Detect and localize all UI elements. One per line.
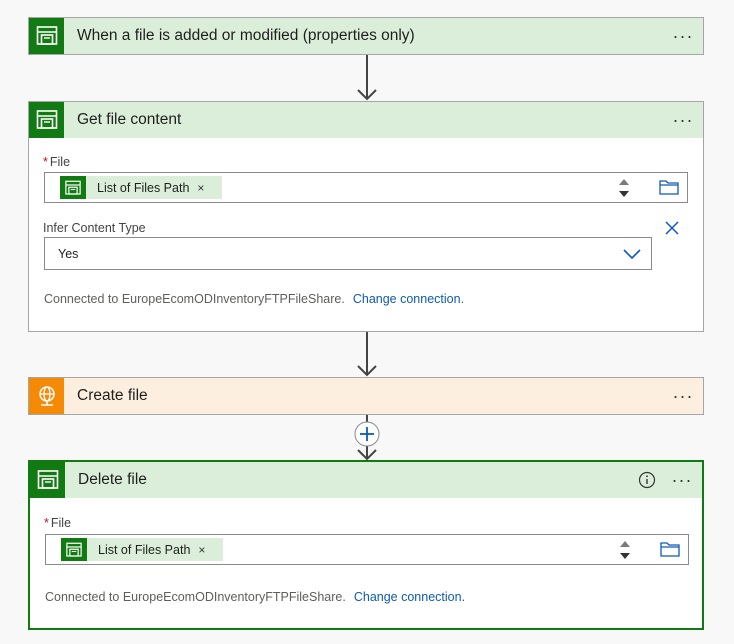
expand-stepper-icon[interactable] — [617, 536, 633, 564]
file-input[interactable]: List of Files Path × — [45, 534, 689, 565]
trigger-title: When a file is added or modified (proper… — [77, 27, 415, 44]
create-file-card[interactable]: Create file ··· — [28, 377, 704, 415]
delete-file-header[interactable]: Delete file ··· — [30, 462, 702, 498]
infer-content-type-value: Yes — [58, 247, 79, 261]
get-file-content-card: Get file content ··· * File List of Files… — [28, 101, 704, 332]
infer-content-type-label: Infer Content Type — [43, 221, 146, 235]
remove-parameter-icon[interactable] — [664, 220, 680, 236]
create-file-title: Create file — [77, 387, 148, 404]
file-share-icon — [61, 538, 87, 561]
connection-text: Connected to EuropeEcomODInventoryFTPFil… — [45, 590, 346, 604]
file-field-label: * File — [43, 155, 70, 169]
delete-file-menu-button[interactable]: ··· — [672, 470, 692, 490]
get-file-content-header[interactable]: Get file content ··· — [29, 102, 703, 138]
file-share-icon — [60, 176, 86, 199]
ftp-globe-icon — [29, 378, 64, 414]
get-file-content-title: Get file content — [77, 111, 182, 128]
info-icon[interactable] — [638, 471, 656, 489]
get-file-content-menu-button[interactable]: ··· — [673, 110, 693, 130]
folder-picker-icon[interactable] — [659, 179, 679, 195]
file-label-text: File — [50, 516, 72, 530]
change-connection-link[interactable]: Change connection. — [353, 292, 464, 306]
delete-file-card: Delete file ··· * File List of Files Path… — [28, 460, 704, 630]
required-mark: * — [43, 155, 48, 169]
required-mark: * — [44, 516, 49, 530]
expand-stepper-icon[interactable] — [616, 174, 632, 202]
chevron-down-icon[interactable] — [623, 248, 641, 260]
connection-info: Connected to EuropeEcomODInventoryFTPFil… — [44, 292, 464, 306]
flow-arrow — [357, 332, 377, 377]
create-file-header[interactable]: Create file ··· — [29, 378, 703, 414]
file-input[interactable]: List of Files Path × — [44, 172, 688, 203]
file-share-icon — [29, 18, 64, 54]
folder-picker-icon[interactable] — [660, 541, 680, 557]
trigger-card[interactable]: When a file is added or modified (proper… — [28, 17, 704, 55]
token-remove-button[interactable]: × — [198, 543, 205, 557]
change-connection-link[interactable]: Change connection. — [354, 590, 465, 604]
token-label: List of Files Path — [97, 180, 190, 195]
file-share-icon — [30, 462, 65, 498]
token-label: List of Files Path — [98, 542, 191, 557]
trigger-header[interactable]: When a file is added or modified (proper… — [29, 18, 703, 54]
token-remove-button[interactable]: × — [197, 181, 204, 195]
dynamic-token[interactable]: List of Files Path × — [61, 538, 223, 561]
file-share-icon — [29, 102, 64, 138]
connection-text: Connected to EuropeEcomODInventoryFTPFil… — [44, 292, 345, 306]
trigger-menu-button[interactable]: ··· — [673, 26, 693, 46]
plus-circle-icon[interactable] — [353, 420, 381, 448]
file-field-label: * File — [44, 516, 71, 530]
dynamic-token[interactable]: List of Files Path × — [60, 176, 222, 199]
infer-content-type-select[interactable]: Yes — [44, 237, 652, 270]
delete-file-title: Delete file — [78, 471, 147, 488]
file-label-text: File — [49, 155, 71, 169]
connection-info: Connected to EuropeEcomODInventoryFTPFil… — [45, 590, 465, 604]
flow-arrow — [357, 55, 377, 101]
create-file-menu-button[interactable]: ··· — [673, 386, 693, 406]
